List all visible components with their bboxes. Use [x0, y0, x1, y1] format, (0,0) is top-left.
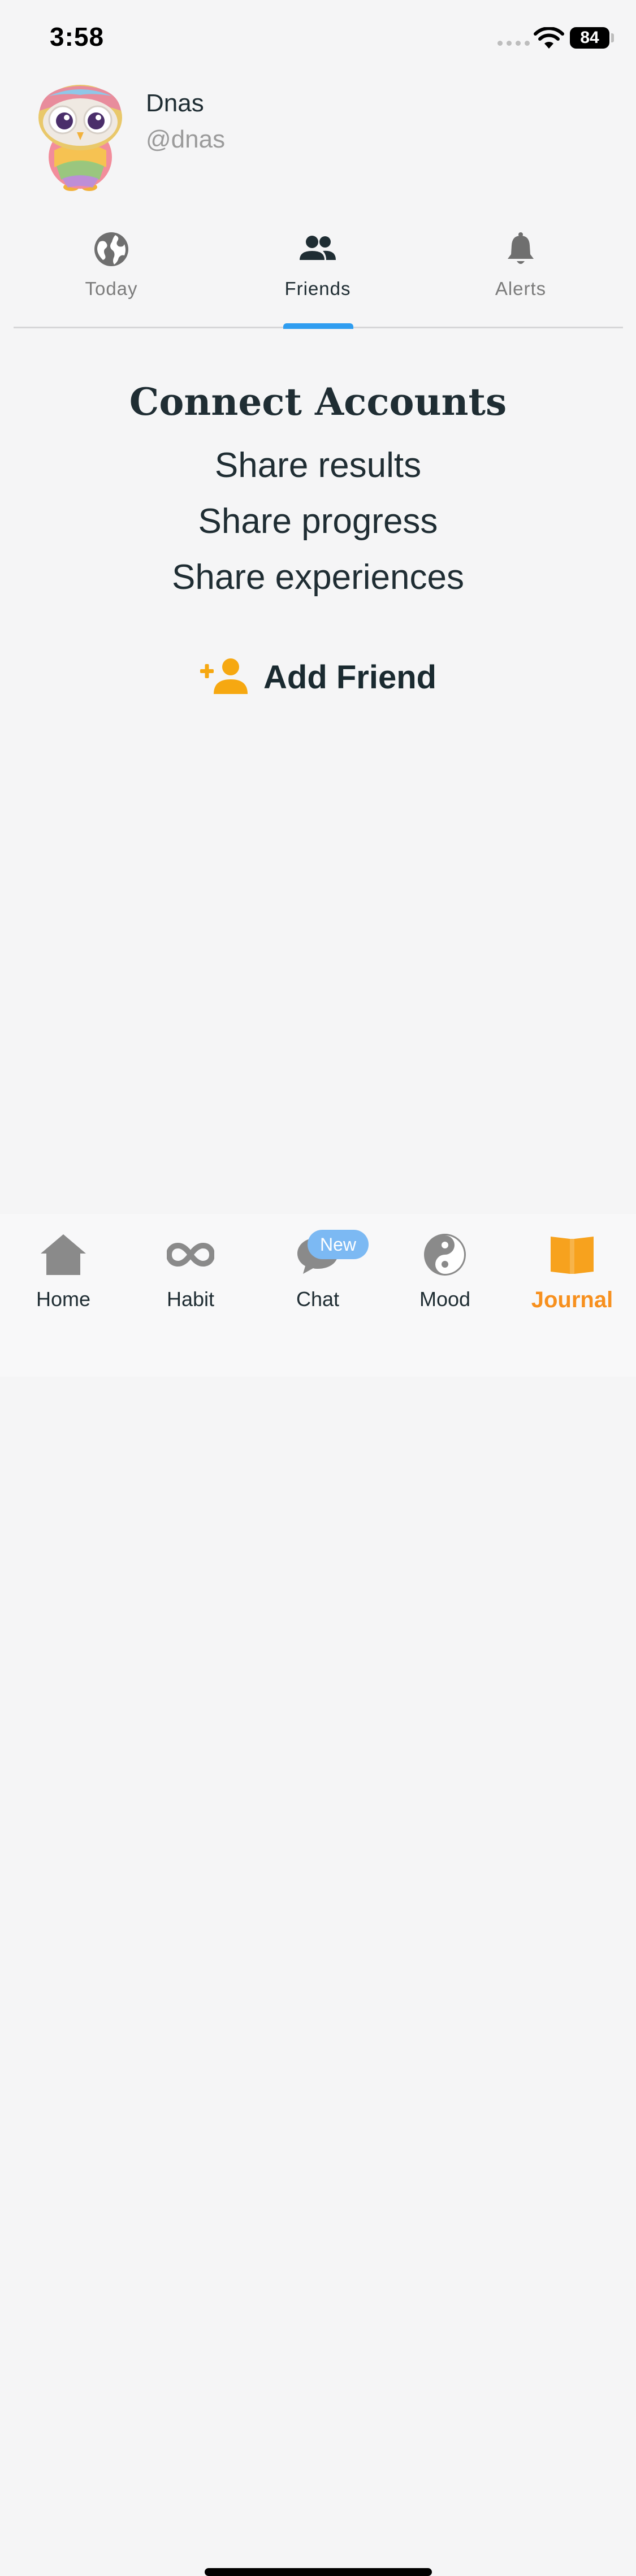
profile-name: Dnas [146, 89, 204, 117]
share-results-text: Share results [214, 446, 422, 485]
status-bar: 3:58 84 [0, 0, 636, 79]
add-friend-label: Add Friend [263, 658, 437, 696]
profile-tabs: Today Friends Alerts [14, 226, 623, 329]
tab-label-friends: Friends [284, 278, 351, 299]
battery-nub [611, 33, 614, 42]
globe-icon [94, 232, 128, 266]
home-indicator [205, 2568, 432, 2576]
new-badge: New [308, 1230, 369, 1259]
nav-mood[interactable]: Mood [388, 1231, 501, 1316]
nav-chat[interactable]: Chat New [261, 1230, 374, 1316]
tab-label-today: Today [85, 278, 138, 299]
battery-indicator: 84 [570, 27, 609, 49]
connect-title: Connect Accounts [129, 380, 507, 424]
nav-label-mood: Mood [419, 1287, 471, 1311]
tab-alerts[interactable]: Alerts [447, 226, 594, 316]
owl-avatar-icon[interactable] [32, 83, 129, 194]
tab-label-alerts: Alerts [495, 278, 547, 299]
yin-yang-icon [424, 1234, 466, 1276]
active-tab-indicator [283, 323, 353, 329]
share-experiences-text: Share experiences [172, 558, 464, 597]
cellular-signal-icon [497, 41, 530, 46]
nav-journal[interactable]: Journal [516, 1231, 629, 1316]
home-icon [41, 1234, 86, 1275]
nav-home[interactable]: Home [7, 1231, 120, 1316]
nav-label-home: Home [36, 1287, 91, 1311]
nav-label-chat: Chat [296, 1287, 340, 1311]
infinity-icon [167, 1242, 214, 1267]
tab-friends[interactable]: Friends [244, 226, 391, 316]
wifi-icon [534, 27, 564, 49]
nav-habit[interactable]: Habit [134, 1231, 247, 1316]
share-progress-text: Share progress [198, 502, 438, 541]
open-book-icon [551, 1237, 594, 1274]
profile-handle: @dnas [146, 125, 226, 153]
nav-label-habit: Habit [166, 1287, 215, 1311]
add-friend-button[interactable]: Add Friend [199, 651, 448, 703]
bottom-nav: Home Habit Chat New Mood Journal [0, 1214, 636, 2576]
tab-today[interactable]: Today [38, 226, 185, 316]
add-person-icon [200, 658, 248, 694]
status-time: 3:58 [50, 22, 105, 51]
nav-label-journal: Journal [531, 1287, 613, 1312]
bell-icon [508, 232, 534, 264]
people-icon [300, 236, 336, 260]
